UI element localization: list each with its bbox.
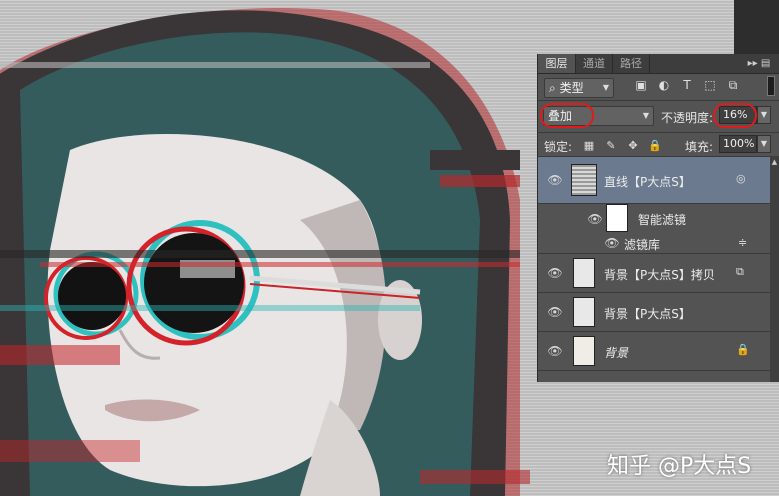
layer-name: 背景【P大点S】拷贝 <box>604 268 715 282</box>
opacity-label: 不透明度: <box>661 111 714 125</box>
glitch-band <box>0 250 520 258</box>
smart-filters-row[interactable]: 👁 智能滤镜 <box>538 204 770 233</box>
panel-tab-bar: 图层 通道 路径 ▸▸ ▤ <box>538 54 779 74</box>
lens-left <box>58 262 126 330</box>
lock-image-pixels-icon[interactable]: ✎ <box>604 139 618 153</box>
highlight-oval <box>540 103 594 128</box>
filter-gallery-row[interactable]: 👁 滤镜库 ≑ <box>538 233 770 254</box>
layer-thumbnail <box>573 336 595 366</box>
smart-object-thumbnail <box>571 164 597 196</box>
layer-name: 背景【P大点S】 <box>604 307 691 321</box>
layer-thumbnail <box>573 258 595 288</box>
type-layer-filter-icon[interactable]: T <box>680 78 694 92</box>
panel-menu-icon[interactable]: ▸▸ ▤ <box>739 54 779 73</box>
visibility-eye-icon[interactable]: 👁 <box>547 174 563 186</box>
scroll-up-arrow-icon[interactable]: ▲ <box>770 158 779 166</box>
glitch-band <box>0 345 120 365</box>
lock-all-icon[interactable]: 🔒 <box>648 139 662 153</box>
layer-name: 滤镜库 <box>624 238 661 252</box>
smart-object-filter-icon[interactable]: ⧉ <box>726 78 740 92</box>
glitch-band <box>40 262 520 267</box>
glitch-band <box>0 62 430 68</box>
watermark-text: 知乎 @P大点S <box>607 454 752 479</box>
layer-row-background-copy[interactable]: 👁 背景【P大点S】拷贝 ⧉ <box>538 254 770 293</box>
layer-name: 直线【P大点S】 <box>604 175 691 189</box>
smart-filter-badge-icon: ◎ <box>736 172 746 185</box>
glitch-band <box>0 305 420 311</box>
layer-row-background[interactable]: 👁 背景 🔒 <box>538 332 770 371</box>
visibility-eye-icon[interactable]: 👁 <box>547 267 563 279</box>
highlight-oval <box>713 103 757 128</box>
lens-right <box>144 233 244 333</box>
tab-layers[interactable]: 图层 <box>538 54 576 73</box>
glitch-band <box>430 150 520 170</box>
lock-label: 锁定: <box>544 140 573 154</box>
fill-label: 填充: <box>685 140 714 154</box>
tab-paths[interactable]: 路径 <box>613 54 650 73</box>
workspace-background <box>734 0 779 54</box>
visibility-eye-icon[interactable]: 👁 <box>547 345 563 357</box>
layer-name: 背景 <box>604 346 629 360</box>
lock-position-icon[interactable]: ✥ <box>626 139 640 153</box>
visibility-eye-icon[interactable]: 👁 <box>604 237 620 249</box>
layers-panel: 图层 通道 路径 ▸▸ ▤ ⌕ 类型 ▼ ▣ ◐ T ⬚ ⧉ 叠加 ▼ 不透明度… <box>537 54 779 382</box>
divider <box>538 132 779 133</box>
layer-thumbnail <box>573 297 595 327</box>
layer-name: 智能滤镜 <box>638 213 687 227</box>
glitch-band <box>0 440 140 462</box>
layer-row-lines[interactable]: 👁 直线【P大点S】 ◎ <box>538 157 770 204</box>
smart-object-badge-icon: ⧉ <box>736 265 744 278</box>
filter-options-icon[interactable]: ≑ <box>738 236 747 249</box>
filter-toggle-switch[interactable] <box>767 76 775 96</box>
glitch-band <box>420 470 530 484</box>
layer-row-background-ps[interactable]: 👁 背景【P大点S】 <box>538 293 770 332</box>
visibility-eye-icon[interactable]: 👁 <box>587 213 603 225</box>
filter-kind-label: 类型 <box>559 81 584 95</box>
visibility-eye-icon[interactable]: 👁 <box>547 306 563 318</box>
opacity-slider-button[interactable]: ▼ <box>757 106 771 124</box>
layers-scrollbar[interactable]: ▲ <box>770 156 779 382</box>
fill-slider-button[interactable]: ▼ <box>757 135 771 153</box>
divider <box>538 100 779 101</box>
filter-mask-thumbnail <box>606 204 628 232</box>
adjustment-layer-filter-icon[interactable]: ◐ <box>657 78 671 92</box>
chevron-down-icon: ▼ <box>642 111 649 120</box>
glitch-band <box>440 175 520 187</box>
search-icon: ⌕ <box>549 81 556 95</box>
filter-kind-select[interactable]: ⌕ 类型 ▼ <box>544 78 614 98</box>
pixel-layer-filter-icon[interactable]: ▣ <box>634 78 648 92</box>
tab-channels[interactable]: 通道 <box>576 54 613 73</box>
fill-input[interactable]: 100% <box>719 135 757 153</box>
lock-icon: 🔒 <box>736 343 750 356</box>
shape-layer-filter-icon[interactable]: ⬚ <box>703 78 717 92</box>
lock-transparent-pixels-icon[interactable]: ▦ <box>582 139 596 153</box>
chevron-down-icon: ▼ <box>602 83 609 92</box>
